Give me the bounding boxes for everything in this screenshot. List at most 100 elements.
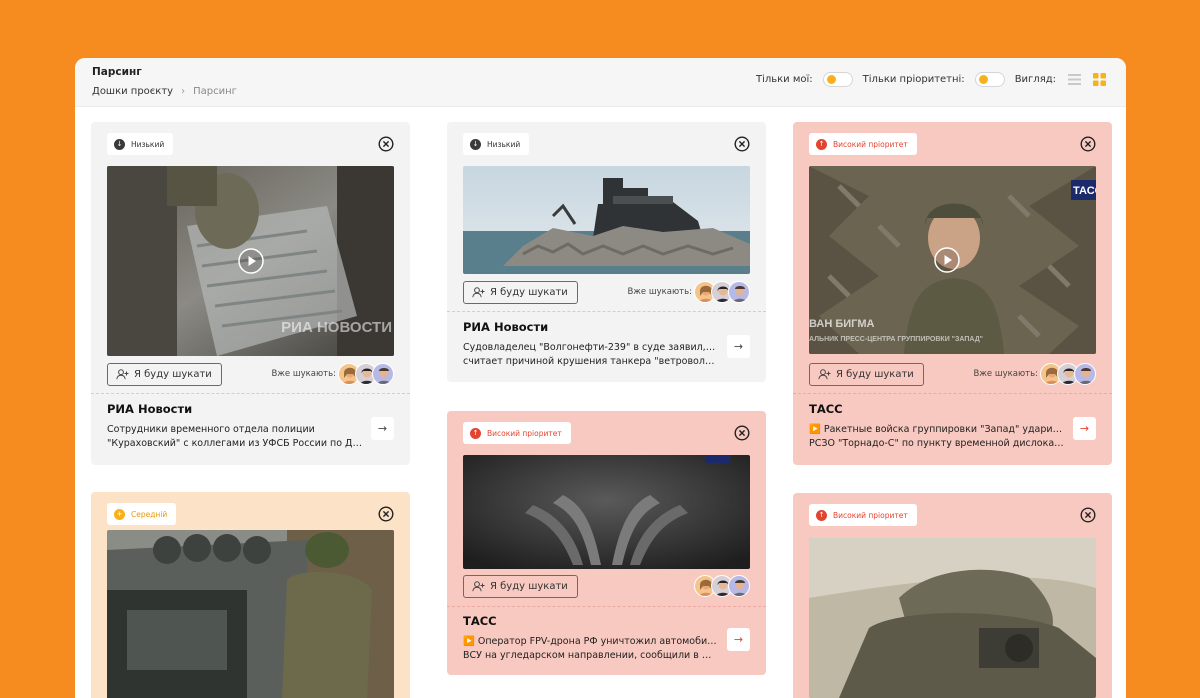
- source-name: ТАСС: [463, 614, 497, 628]
- open-news-button[interactable]: →: [1073, 417, 1096, 440]
- avatar[interactable]: [728, 281, 750, 303]
- priority-label: Високий пріоритет: [487, 428, 562, 438]
- i-will-search-button[interactable]: Я буду шукати: [809, 363, 924, 386]
- i-will-search-button[interactable]: Я буду шукати: [107, 363, 222, 386]
- filters: Тільки мої: Тільки пріоритетні: Вигляд:: [756, 72, 1106, 87]
- priority-label: Низький: [131, 139, 165, 149]
- avatar-group: [338, 363, 394, 387]
- video-caption-role: АЛЬНИК ПРЕСС-ЦЕНТРА ГРУППИРОВКИ "ЗАПАД": [809, 336, 984, 343]
- only-priority-label: Тільки пріоритетні:: [862, 74, 965, 85]
- priority-label: Середній: [131, 509, 168, 519]
- priority-badge: ↑ Високий пріоритет: [809, 504, 917, 526]
- news-description-line: Судовладелец "Волгонефти-239" в суде зая…: [463, 342, 718, 353]
- breadcrumb-project-boards[interactable]: Дошки проєкту: [92, 86, 173, 97]
- avatar-group: [694, 575, 750, 599]
- priority-badge: ↓ Низький: [107, 133, 174, 155]
- news-card: ↑ Високий пріоритет: [447, 411, 766, 675]
- card-divider: [793, 393, 1112, 394]
- news-image[interactable]: [463, 166, 750, 274]
- source-name: РИА Новости: [107, 402, 193, 416]
- arrow-up-icon: ↑: [816, 509, 827, 521]
- action-row: Я буду шукати Вже шукають:: [463, 281, 750, 305]
- news-description-line: считает причиной крушения танкера "ветро…: [463, 356, 718, 367]
- add-user-icon: [472, 581, 485, 592]
- close-circle-icon[interactable]: [734, 425, 750, 441]
- news-description: Судовладелец "Волгонефти-239" в суде зая…: [463, 341, 718, 369]
- news-description: ▶️ Ракетные войска группировки "Запад" у…: [809, 423, 1064, 451]
- play-icon[interactable]: [934, 247, 960, 273]
- video-caption-name: ВАН БИГМА: [809, 318, 875, 330]
- open-news-button[interactable]: →: [727, 335, 750, 358]
- toggle-knob: [978, 75, 988, 84]
- search-button-label: Я буду шукати: [134, 369, 212, 380]
- app-window: Парсинг Дошки проєкту › Парсинг Тільки м…: [75, 58, 1126, 698]
- card-divider: [447, 311, 766, 312]
- news-description-line: ▶️ Ракетные войска группировки "Запад" у…: [809, 424, 1064, 435]
- already-searching-label: Вже шукають:: [627, 287, 692, 297]
- only-mine-toggle[interactable]: [822, 72, 853, 87]
- add-user-icon: [818, 369, 831, 380]
- close-circle-icon[interactable]: [378, 136, 394, 152]
- avatar[interactable]: [728, 575, 750, 597]
- priority-badge: + Середній: [107, 503, 177, 525]
- only-priority-toggle[interactable]: [974, 72, 1005, 87]
- video-thumbnail[interactable]: РИА НОВОСТИ: [107, 166, 394, 356]
- priority-badge: ↑ Високий пріоритет: [809, 133, 917, 155]
- source-name: ТАСС: [809, 402, 843, 416]
- top-bar: Парсинг Дошки проєкту › Парсинг Тільки м…: [75, 58, 1126, 107]
- add-user-icon: [472, 287, 485, 298]
- source-name: РИА Новости: [463, 320, 549, 334]
- priority-badge: ↓ Низький: [463, 133, 530, 155]
- news-description-line: "Кураховский" с коллегами из УФСБ России…: [107, 438, 362, 449]
- play-icon[interactable]: [237, 248, 264, 274]
- arrow-down-icon: ↓: [470, 138, 481, 150]
- tass-logo: ТАСС: [1073, 185, 1096, 197]
- close-circle-icon[interactable]: [1080, 136, 1096, 152]
- breadcrumb-current: Парсинг: [193, 86, 237, 97]
- close-circle-icon[interactable]: [734, 136, 750, 152]
- action-row: Я буду шукати Вже шукають:: [809, 363, 1096, 387]
- arrow-right-icon: →: [733, 633, 744, 646]
- breadcrumb-separator: ›: [181, 86, 186, 97]
- news-description-line: ВСУ на угледарском направлении, сообщили…: [463, 650, 718, 661]
- page-title: Парсинг: [92, 66, 142, 78]
- video-thumbnail[interactable]: [463, 455, 750, 569]
- news-image[interactable]: [107, 530, 394, 698]
- avatar[interactable]: [1074, 363, 1096, 385]
- only-mine-label: Тільки мої:: [755, 74, 813, 85]
- news-description-line: Сотрудники временного отдела полиции: [107, 424, 315, 435]
- news-description-line: РСЗО "Торнадо-С" по пункту временной дис…: [809, 438, 1064, 449]
- video-thumbnail[interactable]: ТАСС ВАН БИГМА АЛЬНИК ПРЕСС-ЦЕНТРА ГРУПП…: [809, 166, 1096, 354]
- news-card: ↓ Низький: [447, 122, 766, 382]
- avatar-group: [694, 281, 750, 305]
- search-button-label: Я буду шукати: [836, 369, 914, 380]
- action-row: Я буду шукати Вже шукають:: [107, 363, 394, 387]
- already-searching-label: Вже шукають:: [973, 369, 1038, 379]
- toggle-knob: [826, 75, 836, 84]
- add-user-icon: [116, 369, 129, 380]
- arrow-down-icon: ↓: [114, 138, 125, 150]
- close-circle-icon[interactable]: [1080, 507, 1096, 523]
- arrow-up-icon: ↑: [816, 138, 827, 150]
- i-will-search-button[interactable]: Я буду шукати: [463, 575, 578, 598]
- news-image[interactable]: [809, 538, 1096, 698]
- open-news-button[interactable]: →: [727, 628, 750, 651]
- i-will-search-button[interactable]: Я буду шукати: [463, 281, 578, 304]
- arrow-up-icon: ↑: [470, 427, 481, 439]
- avatar[interactable]: [372, 363, 394, 385]
- priority-label: Низький: [487, 139, 521, 149]
- news-card: ↑ Високий пріоритет: [793, 493, 1112, 698]
- card-divider: [447, 606, 766, 607]
- news-description-line: ▶️ Оператор FPV-дрона РФ уничтожил автом…: [463, 636, 718, 647]
- breadcrumb: Дошки проєкту › Парсинг: [92, 86, 237, 97]
- list-view-icon[interactable]: [1068, 73, 1081, 86]
- news-description: Сотрудники временного отдела полиции "Ку…: [107, 423, 362, 451]
- card-divider: [91, 393, 410, 394]
- view-label: Вигляд:: [1014, 74, 1056, 85]
- plus-icon: +: [114, 508, 125, 520]
- news-card: ↓ Низький: [91, 122, 410, 465]
- close-circle-icon[interactable]: [378, 506, 394, 522]
- grid-view-icon[interactable]: [1093, 73, 1106, 86]
- open-news-button[interactable]: →: [371, 417, 394, 440]
- media-watermark: РИА НОВОСТИ: [281, 319, 392, 336]
